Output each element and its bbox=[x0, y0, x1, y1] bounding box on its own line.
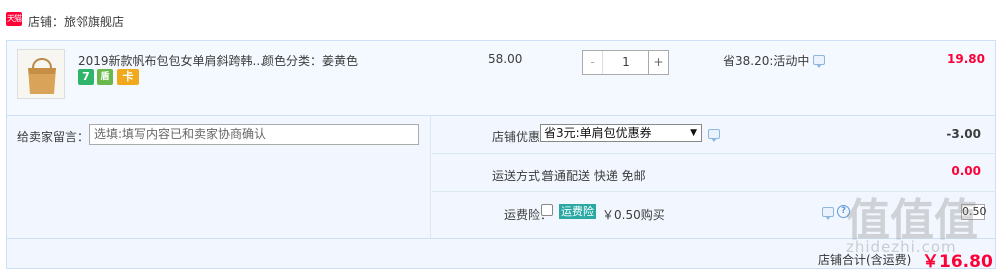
watermark-url: zhidezhi.com bbox=[846, 238, 957, 256]
shop-name-link[interactable]: 店铺：旅邻旗舰店 bbox=[28, 13, 124, 30]
shop-header: 天猫 店铺：旅邻旗舰店 bbox=[0, 0, 996, 40]
credit-card-icon[interactable]: 卡 bbox=[117, 69, 139, 85]
chat-bubble-icon[interactable] bbox=[708, 129, 720, 142]
decrease-quantity-button[interactable]: - bbox=[583, 51, 603, 74]
shield-icon[interactable]: 盾 bbox=[97, 69, 113, 85]
canvas-bag-image bbox=[18, 50, 64, 98]
seller-message-input[interactable]: 选填:填写内容已和卖家协商确认 bbox=[89, 124, 419, 145]
discount-selected-value: 省3元:单肩包优惠券 bbox=[544, 126, 652, 140]
message-section: 给卖家留言： 选填:填写内容已和卖家协商确认 bbox=[7, 116, 431, 238]
insurance-label: 运费险： bbox=[503, 208, 552, 222]
tmall-icon: 天猫 bbox=[6, 12, 22, 26]
product-title-link[interactable]: 2019新款帆布包包女单肩斜跨韩... bbox=[78, 52, 263, 69]
shop-discount-select[interactable]: 省3元:单肩包优惠券 ▼ bbox=[540, 124, 702, 142]
shipping-label: 运送方式： bbox=[491, 169, 552, 183]
quantity-input[interactable]: 1 bbox=[604, 51, 648, 74]
product-thumbnail[interactable] bbox=[17, 49, 65, 99]
help-icon[interactable]: ? bbox=[837, 205, 850, 218]
message-label: 给卖家留言： bbox=[17, 130, 90, 144]
item-subtotal: 19.80 bbox=[947, 52, 985, 66]
promotion-saving: 省38.20:活动中 bbox=[723, 54, 810, 68]
insurance-checkbox[interactable] bbox=[541, 204, 553, 216]
increase-quantity-button[interactable]: + bbox=[648, 51, 668, 74]
product-sku: 颜色分类：姜黄色 bbox=[262, 54, 359, 68]
insurance-amount: 0.50 bbox=[961, 204, 987, 220]
quantity-stepper: - 1 + bbox=[582, 50, 669, 75]
insurance-price: ￥0.50购买 bbox=[602, 208, 665, 222]
discount-label: 店铺优惠： bbox=[491, 130, 552, 144]
shipping-amount: 0.00 bbox=[951, 164, 981, 178]
shipping-method: 普通配送 快递 免邮 bbox=[542, 169, 646, 183]
unit-price: 58.00 bbox=[488, 52, 523, 66]
chevron-down-icon: ▼ bbox=[690, 128, 697, 138]
discount-amount: -3.00 bbox=[946, 127, 981, 141]
insurance-badge: 运费险 bbox=[559, 204, 596, 219]
cart-item-row: 2019新款帆布包包女单肩斜跨韩... 颜色分类：姜黄色 7 盾 卡 58.00… bbox=[6, 40, 996, 116]
chat-bubble-icon[interactable] bbox=[822, 207, 834, 220]
seven-day-return-icon[interactable]: 7 bbox=[78, 69, 94, 85]
chat-bubble-icon[interactable] bbox=[813, 55, 825, 68]
divider bbox=[432, 153, 996, 154]
divider bbox=[432, 191, 996, 192]
